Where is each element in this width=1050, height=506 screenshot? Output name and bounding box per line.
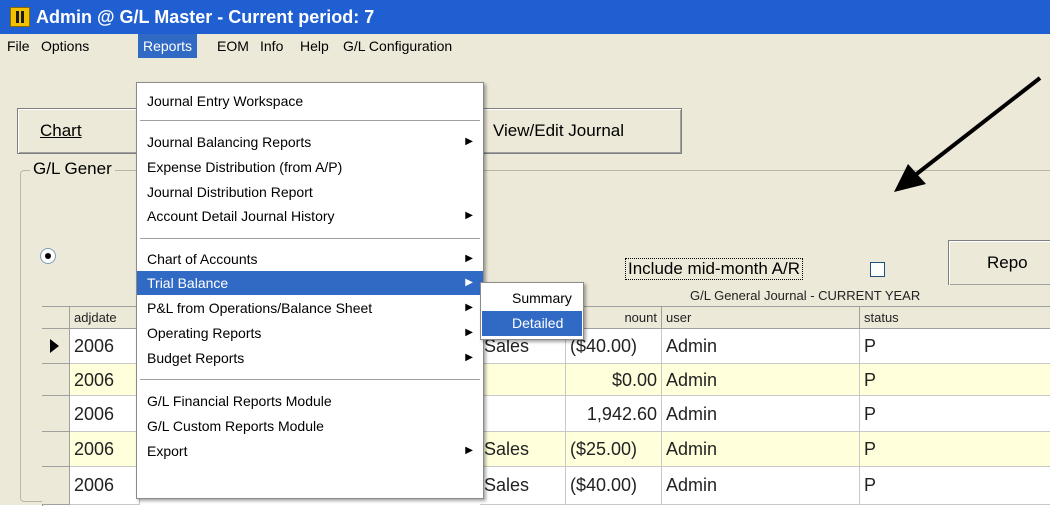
report-button[interactable]: Repo bbox=[948, 240, 1050, 286]
table-cell-status[interactable]: P bbox=[860, 432, 1050, 467]
menu-separator bbox=[140, 120, 480, 122]
table-cell-status[interactable]: P bbox=[860, 396, 1050, 432]
window-title: Admin @ G/L Master - Current period: 7 bbox=[36, 7, 375, 27]
submenu-item-summary[interactable]: Summary bbox=[482, 286, 582, 311]
menu-separator bbox=[140, 379, 480, 381]
menu-item-label: Chart of Accounts bbox=[147, 251, 258, 267]
include-mid-month-label: Include mid-month A/R bbox=[625, 258, 803, 280]
table-cell-user[interactable]: Admin bbox=[662, 396, 860, 432]
table-cell-user[interactable]: Admin bbox=[662, 432, 860, 467]
menu-item-trial-balance[interactable]: Trial Balance ▶ bbox=[137, 271, 483, 295]
table-cell-amount[interactable]: ($25.00) bbox=[566, 432, 662, 467]
menu-info[interactable]: Info bbox=[255, 34, 288, 58]
column-header-user[interactable]: user bbox=[662, 307, 860, 329]
menu-item-gl-custom-reports-module[interactable]: G/L Custom Reports Module bbox=[137, 414, 483, 438]
view-edit-journal-label: View/Edit Journal bbox=[493, 121, 625, 140]
include-mid-month-checkbox[interactable] bbox=[870, 262, 885, 277]
menu-item-label: P&L from Operations/Balance Sheet bbox=[147, 300, 373, 316]
table-cell-desc[interactable]: Sales bbox=[480, 432, 566, 467]
menu-item-pl-balance-sheet[interactable]: P&L from Operations/Balance Sheet ▶ bbox=[137, 296, 483, 320]
table-cell-amount[interactable]: 1,942.60 bbox=[566, 396, 662, 432]
table-cell-date[interactable]: 2006 bbox=[70, 396, 140, 432]
table-cell-status[interactable]: P bbox=[860, 329, 1050, 364]
menu-item-label: Export bbox=[147, 443, 188, 459]
menu-file[interactable]: File bbox=[2, 34, 35, 58]
menu-eom[interactable]: EOM bbox=[212, 34, 254, 58]
reports-dropdown-menu: Journal Entry Workspace Journal Balancin… bbox=[136, 82, 484, 499]
table-cell-user[interactable]: Admin bbox=[662, 467, 860, 505]
submenu-arrow-icon: ▶ bbox=[465, 277, 473, 288]
row-selector[interactable] bbox=[42, 396, 70, 432]
groupbox-label: G/L Gener bbox=[30, 159, 115, 179]
menu-item-gl-financial-reports-module[interactable]: G/L Financial Reports Module bbox=[137, 389, 483, 413]
submenu-arrow-icon: ▶ bbox=[465, 210, 473, 221]
table-cell-date[interactable]: 2006 bbox=[70, 329, 140, 364]
grid-caption: G/L General Journal - CURRENT YEAR bbox=[690, 288, 921, 303]
menu-item-journal-entry-workspace[interactable]: Journal Entry Workspace bbox=[137, 89, 483, 113]
menu-item-label: Expense Distribution (from A/P) bbox=[147, 159, 343, 175]
row-selector[interactable] bbox=[42, 432, 70, 467]
trial-balance-submenu: Summary Detailed bbox=[480, 282, 584, 340]
menu-item-label: G/L Custom Reports Module bbox=[147, 418, 324, 434]
table-cell-desc[interactable]: Sales bbox=[480, 467, 566, 505]
menu-item-chart-of-accounts[interactable]: Chart of Accounts ▶ bbox=[137, 247, 483, 271]
column-header-status[interactable]: status bbox=[860, 307, 1050, 329]
menu-separator bbox=[140, 238, 480, 240]
title-bar: Admin @ G/L Master - Current period: 7 bbox=[0, 0, 1050, 34]
radio-selected-dot bbox=[45, 253, 51, 259]
menu-bar: File Options Reports EOM Info Help G/L C… bbox=[0, 34, 1050, 59]
table-cell-date[interactable]: 2006 bbox=[70, 467, 140, 505]
menu-item-label: Account Detail Journal History bbox=[147, 208, 335, 224]
view-edit-journal-button[interactable]: View/Edit Journal bbox=[472, 108, 682, 154]
current-row-indicator-icon bbox=[50, 339, 59, 353]
submenu-arrow-icon: ▶ bbox=[465, 253, 473, 264]
submenu-arrow-icon: ▶ bbox=[465, 302, 473, 313]
menu-help[interactable]: Help bbox=[295, 34, 334, 58]
table-cell-date[interactable]: 2006 bbox=[70, 432, 140, 467]
table-cell-desc[interactable] bbox=[480, 364, 566, 396]
menu-item-label: Journal Distribution Report bbox=[147, 184, 313, 200]
menu-item-budget-reports[interactable]: Budget Reports ▶ bbox=[137, 346, 483, 370]
submenu-arrow-icon: ▶ bbox=[465, 352, 473, 363]
menu-item-journal-balancing-reports[interactable]: Journal Balancing Reports ▶ bbox=[137, 130, 483, 154]
submenu-item-detailed[interactable]: Detailed bbox=[482, 311, 582, 336]
menu-gl-configuration[interactable]: G/L Configuration bbox=[338, 34, 457, 58]
annotation-arrow-icon bbox=[894, 76, 1042, 192]
menu-item-expense-distribution[interactable]: Expense Distribution (from A/P) bbox=[137, 155, 483, 179]
table-cell-status[interactable]: P bbox=[860, 364, 1050, 396]
grid-corner bbox=[42, 307, 70, 329]
table-cell-amount[interactable]: ($40.00) bbox=[566, 467, 662, 505]
chart-button-label: Chart bbox=[40, 121, 82, 140]
menu-item-journal-distribution-report[interactable]: Journal Distribution Report bbox=[137, 180, 483, 204]
menu-reports[interactable]: Reports bbox=[138, 34, 198, 58]
report-button-label: Repo bbox=[987, 253, 1028, 272]
menu-item-account-detail-journal-history[interactable]: Account Detail Journal History ▶ bbox=[137, 204, 483, 228]
table-cell-amount[interactable]: $0.00 bbox=[566, 364, 662, 396]
table-cell-user[interactable]: Admin bbox=[662, 329, 860, 364]
menu-item-label: Budget Reports bbox=[147, 350, 245, 366]
table-cell-date[interactable]: 2006 bbox=[70, 364, 140, 396]
row-selector[interactable] bbox=[42, 467, 70, 505]
table-cell-user[interactable]: Admin bbox=[662, 364, 860, 396]
chart-button[interactable]: Chart bbox=[17, 108, 153, 154]
row-selector[interactable] bbox=[42, 364, 70, 396]
submenu-arrow-icon: ▶ bbox=[465, 136, 473, 147]
app-icon bbox=[10, 7, 30, 27]
submenu-arrow-icon: ▶ bbox=[465, 327, 473, 338]
menu-item-label: Trial Balance bbox=[147, 275, 229, 291]
submenu-arrow-icon: ▶ bbox=[465, 445, 473, 456]
row-selector[interactable] bbox=[42, 329, 70, 364]
menu-item-label: G/L Financial Reports Module bbox=[147, 393, 332, 409]
menu-options[interactable]: Options bbox=[36, 34, 94, 58]
menu-item-label: Operating Reports bbox=[147, 325, 262, 341]
menu-item-label: Journal Balancing Reports bbox=[147, 134, 312, 150]
menu-item-operating-reports[interactable]: Operating Reports ▶ bbox=[137, 321, 483, 345]
menu-item-label: Journal Entry Workspace bbox=[147, 93, 304, 109]
radio-option[interactable] bbox=[40, 248, 56, 264]
menu-item-export[interactable]: Export ▶ bbox=[137, 439, 483, 463]
table-cell-desc[interactable] bbox=[480, 396, 566, 432]
table-cell-status[interactable]: P bbox=[860, 467, 1050, 505]
